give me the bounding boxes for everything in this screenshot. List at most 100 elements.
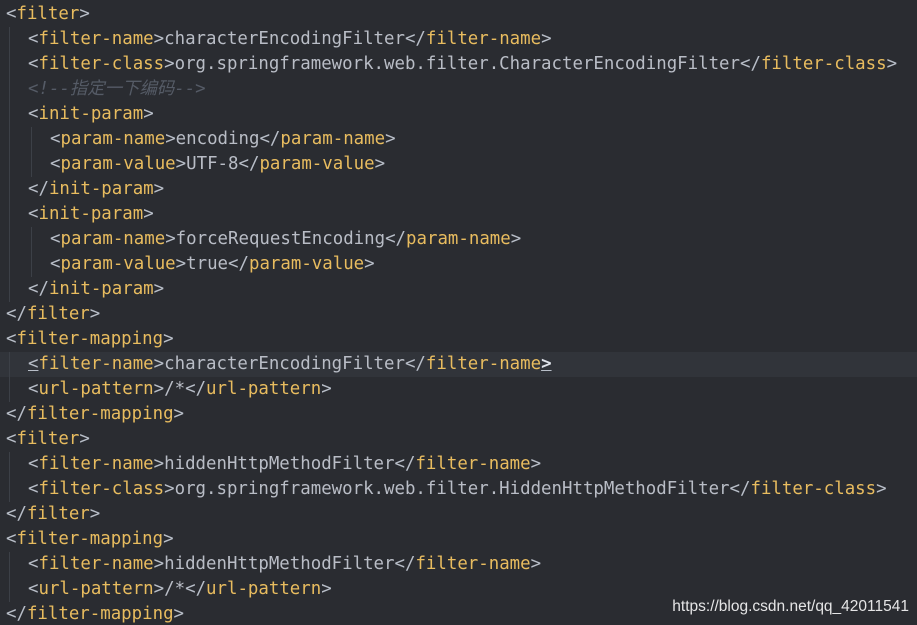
xml-tag-name: param-name bbox=[406, 229, 511, 249]
xml-tag-name: filter-name bbox=[38, 29, 154, 49]
xml-bracket: </ bbox=[6, 504, 27, 524]
xml-text-value: encoding bbox=[175, 129, 260, 149]
code-line[interactable]: <filter-name>characterEncodingFilter</fi… bbox=[0, 27, 917, 52]
code-line[interactable]: <filter-name>hiddenHttpMethodFilter</fil… bbox=[0, 552, 917, 577]
code-text: <url-pattern>/*</url-pattern> bbox=[28, 577, 332, 602]
xml-bracket: > bbox=[153, 379, 165, 399]
indent-guide bbox=[9, 277, 10, 302]
xml-bracket: > bbox=[173, 604, 185, 624]
code-line[interactable]: <param-value>UTF-8</param-value> bbox=[0, 152, 917, 177]
xml-bracket: </ bbox=[185, 379, 207, 399]
code-line[interactable]: <param-name>encoding</param-name> bbox=[0, 127, 917, 152]
code-line[interactable]: </filter-mapping> bbox=[0, 402, 917, 427]
code-line[interactable]: <filter-name>hiddenHttpMethodFilter</fil… bbox=[0, 452, 917, 477]
xml-bracket: < bbox=[28, 204, 39, 224]
code-text: <filter-name>hiddenHttpMethodFilter</fil… bbox=[28, 452, 541, 477]
indent-guide bbox=[9, 202, 10, 227]
code-line[interactable]: <filter-class>org.springframework.web.fi… bbox=[0, 52, 917, 77]
code-text: <init-param> bbox=[28, 202, 154, 227]
code-line[interactable]: <init-param> bbox=[0, 102, 917, 127]
xml-bracket: > bbox=[165, 229, 176, 249]
code-text: <filter-mapping> bbox=[6, 527, 174, 552]
code-line[interactable]: <filter-class>org.springframework.web.fi… bbox=[0, 477, 917, 502]
code-line[interactable]: <filter> bbox=[0, 427, 917, 452]
code-text: <param-value>true</param-value> bbox=[50, 252, 375, 277]
indent-guide bbox=[9, 102, 10, 127]
xml-bracket: </ bbox=[6, 404, 27, 424]
xml-bracket: > bbox=[321, 579, 332, 599]
xml-tag-name: filter bbox=[26, 504, 90, 524]
xml-bracket: < bbox=[6, 529, 17, 549]
code-line[interactable]: <filter-mapping> bbox=[0, 527, 917, 552]
code-text: <param-name>forceRequestEncoding</param-… bbox=[50, 227, 521, 252]
xml-tag-name: filter-mapping bbox=[26, 404, 174, 424]
xml-bracket: </ bbox=[185, 579, 207, 599]
code-text: </init-param> bbox=[28, 177, 164, 202]
indent-guide bbox=[9, 477, 10, 502]
code-text: </filter> bbox=[6, 502, 100, 527]
code-line[interactable]: </filter> bbox=[0, 502, 917, 527]
code-line[interactable]: <filter> bbox=[0, 2, 917, 27]
xml-bracket: > bbox=[163, 529, 174, 549]
indent-guide bbox=[9, 77, 10, 102]
xml-bracket: </ bbox=[740, 54, 761, 74]
code-text: </filter> bbox=[6, 302, 100, 327]
code-editor[interactable]: <filter> <filter-name>characterEncodingFi… bbox=[0, 0, 917, 625]
xml-bracket: < bbox=[28, 379, 39, 399]
xml-tag-name: filter-mapping bbox=[16, 529, 164, 549]
xml-bracket: > bbox=[153, 579, 165, 599]
xml-tag-name: url-pattern bbox=[38, 579, 154, 599]
xml-bracket: > bbox=[163, 329, 174, 349]
indent-guide bbox=[31, 127, 32, 152]
xml-tag-name: url-pattern bbox=[206, 579, 322, 599]
xml-bracket: </ bbox=[394, 554, 416, 574]
code-text: <filter-class>org.springframework.web.fi… bbox=[28, 52, 897, 77]
xml-bracket: </ bbox=[6, 604, 27, 624]
xml-bracket: > bbox=[79, 429, 90, 449]
code-line[interactable]: <filter-name>characterEncodingFilter</fi… bbox=[0, 352, 917, 377]
xml-bracket: > bbox=[541, 29, 552, 49]
code-line[interactable]: <url-pattern>/*</url-pattern> bbox=[0, 377, 917, 402]
xml-tag-name: param-value bbox=[60, 154, 176, 174]
xml-bracket: > bbox=[175, 154, 187, 174]
code-text: <url-pattern>/*</url-pattern> bbox=[28, 377, 332, 402]
code-text: <init-param> bbox=[28, 102, 154, 127]
xml-bracket: < bbox=[28, 579, 39, 599]
xml-tag-name: filter-name bbox=[425, 29, 542, 49]
indent-guide bbox=[31, 252, 32, 277]
xml-bracket: < bbox=[28, 454, 39, 474]
xml-tag-name: filter-class bbox=[38, 479, 165, 499]
xml-tag-name: filter-class bbox=[38, 54, 165, 74]
code-line[interactable]: <param-value>true</param-value> bbox=[0, 252, 917, 277]
xml-bracket: > bbox=[153, 179, 165, 199]
indent-guide bbox=[9, 127, 10, 152]
xml-tag-name: param-value bbox=[60, 254, 176, 274]
indent-guide bbox=[9, 252, 10, 277]
code-line[interactable]: </filter> bbox=[0, 302, 917, 327]
xml-bracket: </ bbox=[385, 229, 407, 249]
code-text: </filter-mapping> bbox=[6, 402, 184, 427]
code-line[interactable]: </init-param> bbox=[0, 177, 917, 202]
code-text: <param-value>UTF-8</param-value> bbox=[50, 152, 385, 177]
xml-bracket: </ bbox=[259, 129, 281, 149]
watermark: https://blog.csdn.net/qq_42011541 bbox=[672, 598, 909, 615]
code-line[interactable]: </init-param> bbox=[0, 277, 917, 302]
xml-bracket: > bbox=[153, 29, 165, 49]
xml-bracket: </ bbox=[28, 279, 49, 299]
code-line[interactable]: <param-name>forceRequestEncoding</param-… bbox=[0, 227, 917, 252]
code-text: </init-param> bbox=[28, 277, 164, 302]
xml-tag-name: param-name bbox=[280, 129, 386, 149]
code-line[interactable]: <init-param> bbox=[0, 202, 917, 227]
xml-tag-name: filter-mapping bbox=[26, 604, 174, 624]
xml-bracket: > bbox=[173, 404, 185, 424]
code-line[interactable]: <!--指定一下编码--> bbox=[0, 77, 917, 102]
code-text: <filter-name>hiddenHttpMethodFilter</fil… bbox=[28, 552, 541, 577]
xml-bracket: > bbox=[321, 379, 332, 399]
xml-text-value: hiddenHttpMethodFilter bbox=[164, 454, 395, 474]
xml-bracket: < bbox=[50, 254, 61, 274]
code-line[interactable]: <filter-mapping> bbox=[0, 327, 917, 352]
xml-bracket: </ bbox=[238, 154, 260, 174]
xml-text-value: characterEncodingFilter bbox=[164, 29, 405, 49]
xml-tag-name: init-param bbox=[48, 179, 154, 199]
xml-bracket: > bbox=[175, 254, 187, 274]
